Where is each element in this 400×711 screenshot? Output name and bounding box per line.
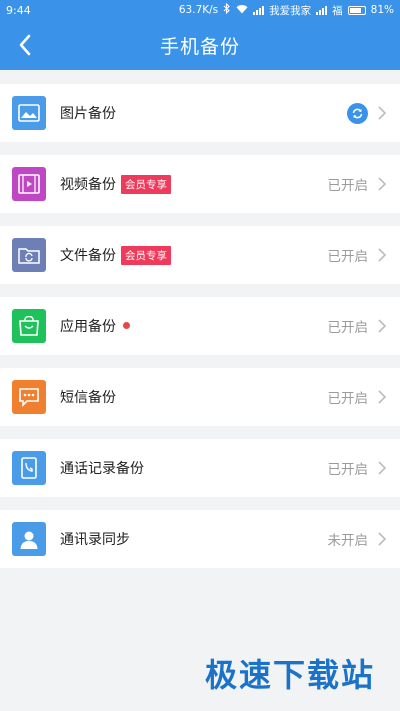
chevron-right-icon	[378, 106, 387, 120]
backup-item-call-log[interactable]: 通话记录备份 已开启	[0, 439, 400, 497]
vip-badge: 会员专享	[121, 246, 171, 265]
battery-icon	[347, 5, 366, 15]
bluetooth-icon	[223, 2, 231, 17]
chevron-right-icon	[378, 177, 387, 191]
sync-icon[interactable]	[347, 102, 368, 124]
backup-item-contacts[interactable]: 通讯录同步 未开启	[0, 510, 400, 568]
contact-icon	[12, 522, 46, 556]
carrier-1: 我爱我家	[269, 4, 312, 17]
battery-fill	[349, 7, 361, 13]
item-label: 短信备份	[60, 390, 116, 406]
back-arrow-icon[interactable]	[10, 29, 40, 61]
status-text: 已开启	[327, 462, 369, 478]
wifi-icon	[236, 4, 248, 17]
status-text: 已开启	[327, 178, 369, 194]
backup-item-apps[interactable]: 应用备份 已开启	[0, 297, 400, 355]
item-label: 图片备份	[60, 106, 116, 122]
shopping-bag-icon	[12, 309, 46, 343]
item-label: 通讯录同步	[60, 532, 130, 548]
status-time: 9:44	[6, 3, 31, 17]
carrier-2: 福	[332, 4, 343, 17]
message-icon	[12, 380, 46, 414]
phone-record-icon	[12, 451, 46, 485]
status-text: 已开启	[327, 391, 369, 407]
backup-item-sms[interactable]: 短信备份 已开启	[0, 368, 400, 426]
item-label: 应用备份	[60, 316, 130, 336]
watermark-text: 极速下载站	[205, 656, 376, 694]
chevron-right-icon	[378, 461, 387, 475]
network-speed: 63.7K/s	[178, 4, 219, 16]
image-icon	[12, 96, 46, 130]
new-indicator-dot	[123, 322, 130, 329]
status-bar: 9:44 63.7K/s 我爱我家 福 81%	[0, 0, 400, 20]
status-text: 已开启	[327, 249, 369, 265]
status-text: 已开启	[327, 320, 369, 336]
item-label: 视频备份 会员专享	[60, 174, 171, 194]
signal-icon-2	[316, 5, 328, 15]
backup-item-videos[interactable]: 视频备份 会员专享 已开启	[0, 155, 400, 213]
chevron-right-icon	[378, 532, 387, 546]
backup-item-photos[interactable]: 图片备份	[0, 84, 400, 142]
folder-sync-icon	[12, 238, 46, 272]
vip-badge: 会员专享	[121, 175, 171, 194]
item-label: 通话记录备份	[60, 461, 144, 477]
status-text: 未开启	[327, 533, 369, 549]
backup-list: 图片备份 视频备份 会员专享 已开启 文件备份 会员专享 已开启 应用备份 已开启	[0, 70, 400, 568]
battery-percent: 81%	[370, 4, 394, 16]
backup-item-files[interactable]: 文件备份 会员专享 已开启	[0, 226, 400, 284]
item-label: 文件备份 会员专享	[60, 245, 171, 265]
header-bar: 手机备份	[0, 20, 400, 70]
chevron-right-icon	[378, 390, 387, 404]
signal-icon-1	[253, 5, 265, 15]
chevron-right-icon	[378, 319, 387, 333]
status-right: 63.7K/s 我爱我家 福 81%	[178, 2, 394, 18]
video-icon	[12, 167, 46, 201]
page-title: 手机备份	[159, 35, 240, 58]
chevron-right-icon	[378, 248, 387, 262]
